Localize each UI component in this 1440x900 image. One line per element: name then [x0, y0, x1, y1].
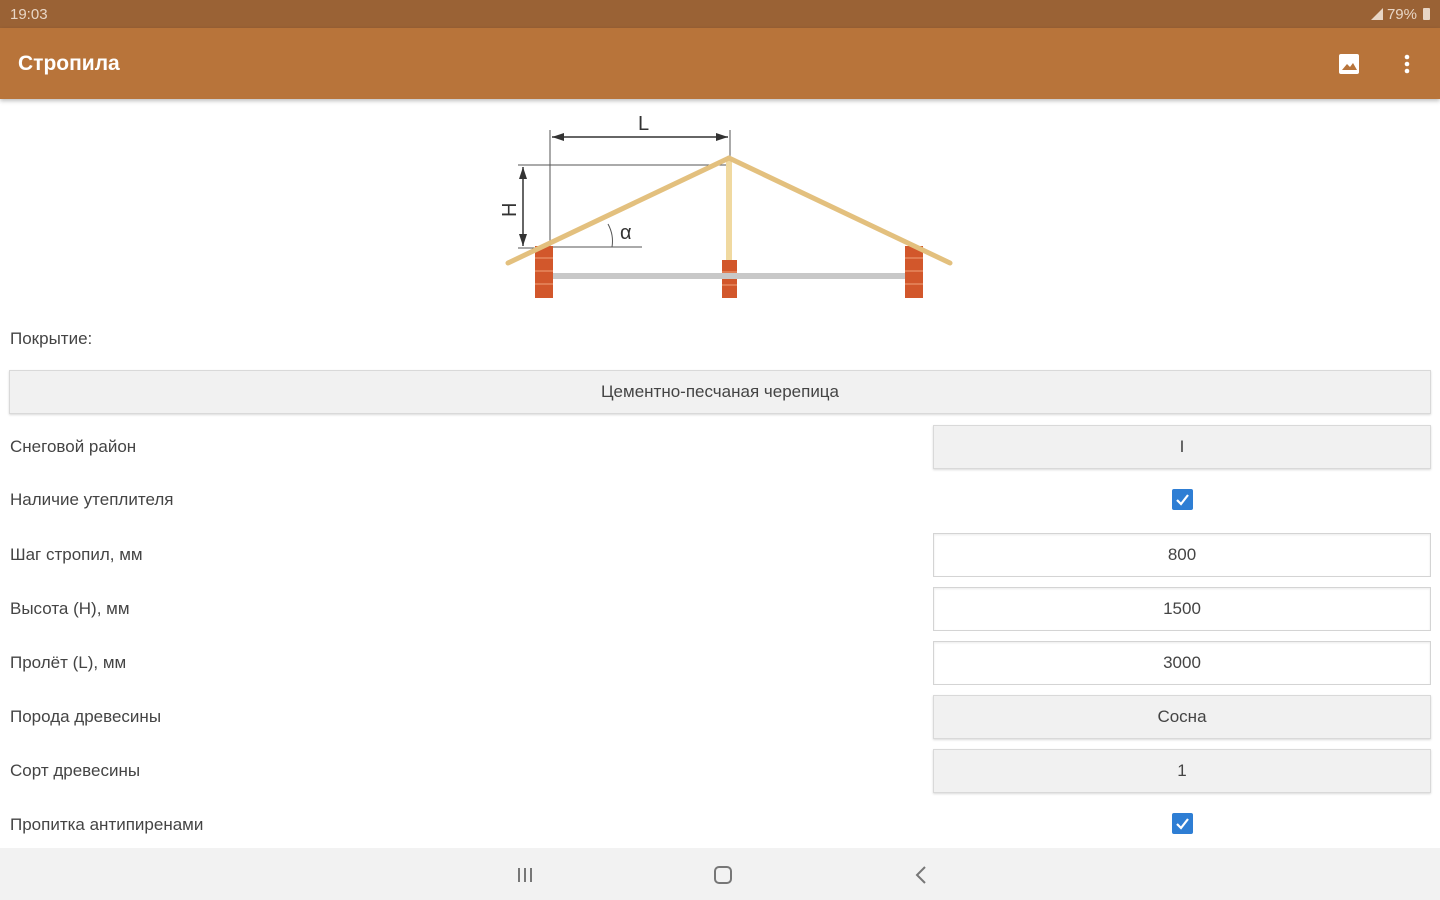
back-icon[interactable]	[906, 860, 936, 890]
battery-percent: 79%	[1386, 5, 1417, 23]
span-input[interactable]: 3000	[933, 641, 1431, 685]
recents-icon[interactable]	[510, 860, 540, 890]
app-bar: Стропила	[0, 28, 1440, 99]
wood-grade-select[interactable]: 1	[933, 749, 1431, 793]
checkmark-icon	[1176, 818, 1189, 830]
page-title: Стропила	[18, 51, 120, 75]
wood-type-select[interactable]: Сосна	[933, 695, 1431, 739]
covering-label: Покрытие:	[10, 329, 93, 348]
battery-icon	[1423, 8, 1430, 20]
height-input[interactable]: 1500	[933, 587, 1431, 631]
diagram-label-l: L	[638, 113, 649, 135]
insulation-label: Наличие утеплителя	[10, 490, 174, 509]
diagram-label-h: H	[499, 203, 521, 217]
height-label: Высота (H), мм	[10, 599, 130, 618]
span-label: Пролёт (L), мм	[10, 653, 127, 672]
checkmark-icon	[1176, 494, 1189, 506]
app-bar-actions	[1334, 49, 1422, 79]
insulation-checkbox[interactable]	[1172, 489, 1193, 510]
home-icon[interactable]	[708, 860, 738, 890]
signal-icon	[1370, 8, 1383, 20]
status-indicators: 79%	[1370, 5, 1430, 23]
diagram-label-alpha: α	[620, 222, 632, 244]
rafter-step-label: Шаг стропил, мм	[10, 545, 143, 564]
snow-region-label: Снеговой район	[10, 437, 137, 456]
covering-select[interactable]: Цементно-песчаная черепица	[9, 370, 1431, 414]
wood-grade-label: Сорт древесины	[10, 761, 141, 780]
status-time: 19:03	[10, 5, 48, 23]
wood-type-label: Порода древесины	[10, 707, 162, 726]
rafter-step-input[interactable]: 800	[933, 533, 1431, 577]
more-vert-icon[interactable]	[1392, 49, 1422, 79]
rafter-diagram: L H α	[490, 108, 960, 308]
fire-impregnation-label: Пропитка антипиренами	[10, 815, 204, 834]
image-icon[interactable]	[1334, 49, 1364, 79]
rafter-diagram-svg: L H α	[499, 113, 953, 298]
system-nav-bar	[0, 848, 1440, 900]
fire-impregnation-checkbox[interactable]	[1172, 813, 1193, 834]
status-bar: 19:03 79%	[0, 0, 1440, 28]
snow-region-select[interactable]: I	[933, 425, 1431, 469]
